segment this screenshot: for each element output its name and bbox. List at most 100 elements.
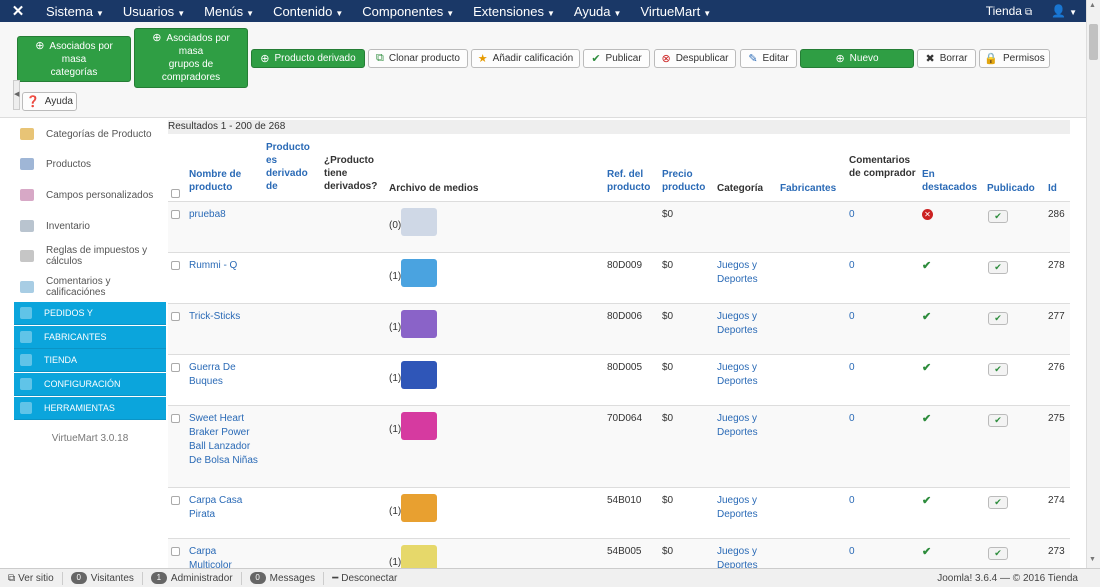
menu-ayuda[interactable]: Ayuda ▼	[564, 4, 631, 19]
sidebar-section-config[interactable]: CONFIGURACIÓN	[14, 373, 166, 396]
menu-virtuemart[interactable]: VirtueMart ▼	[630, 4, 720, 19]
published-toggle[interactable]: ✔	[988, 261, 1008, 274]
header-id[interactable]: Id	[1048, 182, 1068, 195]
row-checkbox[interactable]	[171, 312, 180, 321]
select-all-checkbox[interactable]	[171, 189, 180, 198]
view-site-link[interactable]: ⧉ Ver sitio	[0, 571, 63, 585]
sidebar-toggle-icon[interactable]: ◀	[13, 80, 20, 110]
user-menu[interactable]: 👤 ▼	[1041, 4, 1086, 18]
header-ref[interactable]: Ref. del producto	[607, 168, 657, 194]
scroll-down-icon[interactable]: ▼	[1089, 556, 1096, 563]
logout-link[interactable]: ━ Desconectar	[324, 572, 405, 585]
header-price[interactable]: Precio producto	[662, 168, 712, 194]
header-name[interactable]: Nombre de producto	[189, 168, 259, 194]
comments-count-link[interactable]: 0	[849, 259, 855, 273]
header-featured[interactable]: En destacados	[922, 168, 984, 194]
featured-check-icon[interactable]: ✔	[922, 545, 931, 558]
comments-count-link[interactable]: 0	[849, 208, 855, 222]
header-published[interactable]: Publicado	[987, 182, 1042, 195]
comments-count-link[interactable]: 0	[849, 494, 855, 508]
clone-product-button[interactable]: ⧉ Clonar producto	[368, 49, 468, 68]
published-toggle[interactable]: ✔	[988, 210, 1008, 223]
help-button[interactable]: ❓ Ayuda	[22, 92, 77, 111]
store-link[interactable]: Tienda ⧉	[976, 4, 1041, 18]
featured-check-icon[interactable]: ✔	[922, 310, 931, 323]
product-thumbnail[interactable]	[401, 494, 437, 522]
derived-product-button[interactable]: ⊕ Producto derivado	[251, 49, 365, 68]
sidebar-item-custom-fields[interactable]: Campos personalizados	[14, 188, 166, 202]
product-category-link[interactable]: Juegos y Deportes	[717, 310, 773, 338]
visitors-indicator[interactable]: 0 Visitantes	[63, 571, 143, 585]
add-rating-button[interactable]: ★ Añadir calificación	[471, 49, 580, 68]
product-thumbnail[interactable]	[401, 208, 437, 236]
product-category-link[interactable]: Juegos y Deportes	[717, 494, 773, 522]
permissions-button[interactable]: 🔒 Permisos	[979, 49, 1050, 68]
sidebar-section-manufacturers[interactable]: FABRICANTES	[14, 326, 166, 349]
scrollbar-thumb[interactable]	[1089, 24, 1098, 60]
product-name-link[interactable]: prueba8	[189, 208, 259, 222]
product-name-link[interactable]: Sweet Heart Braker Power Ball Lanzador D…	[189, 412, 259, 468]
featured-check-icon[interactable]: ✔	[922, 259, 931, 272]
product-name-link[interactable]: Rummi - Q	[189, 259, 259, 273]
product-name-link[interactable]: Carpa Multicolor	[189, 545, 259, 568]
menu-extensiones[interactable]: Extensiones ▼	[463, 4, 564, 19]
product-thumbnail[interactable]	[401, 361, 437, 389]
comments-count-link[interactable]: 0	[849, 412, 855, 426]
row-checkbox[interactable]	[171, 496, 180, 505]
published-toggle[interactable]: ✔	[988, 363, 1008, 376]
not-featured-icon[interactable]: ✕	[922, 209, 933, 220]
header-derived-of[interactable]: Producto es derivado de	[266, 141, 316, 193]
product-thumbnail[interactable]	[401, 545, 437, 568]
product-name-link[interactable]: Guerra De Buques	[189, 361, 259, 389]
published-toggle[interactable]: ✔	[988, 312, 1008, 325]
menu-sistema[interactable]: Sistema ▼	[36, 4, 113, 19]
product-thumbnail[interactable]	[401, 412, 437, 440]
mass-assoc-groups-button[interactable]: ⊕ Asociados por masa grupos de compradore…	[134, 28, 248, 88]
comments-count-link[interactable]: 0	[849, 361, 855, 375]
row-checkbox[interactable]	[171, 261, 180, 270]
published-toggle[interactable]: ✔	[988, 496, 1008, 509]
product-thumbnail[interactable]	[401, 310, 437, 338]
admin-indicator[interactable]: 1 Administrador	[143, 571, 242, 585]
comments-count-link[interactable]: 0	[849, 310, 855, 324]
sidebar-section-tools[interactable]: HERRAMIENTAS	[14, 397, 166, 420]
comments-count-link[interactable]: 0	[849, 545, 855, 559]
sidebar-item-reviews[interactable]: Comentarios y calificaciónes	[14, 275, 166, 299]
product-category-link[interactable]: Juegos y Deportes	[717, 361, 773, 389]
product-category-link[interactable]: Juegos y Deportes	[717, 545, 773, 568]
product-name-link[interactable]: Carpa Casa Pirata	[189, 494, 259, 522]
mass-assoc-categories-button[interactable]: ⊕ Asociados por masa categorías	[17, 36, 131, 82]
row-checkbox[interactable]	[171, 414, 180, 423]
publish-button[interactable]: ✔ Publicar	[583, 49, 650, 68]
published-toggle[interactable]: ✔	[988, 547, 1008, 560]
product-category-link[interactable]: Juegos y Deportes	[717, 259, 773, 287]
sidebar-section-store[interactable]: TIENDA	[14, 349, 166, 372]
delete-button[interactable]: ✖ Borrar	[917, 49, 976, 68]
menu-contenido[interactable]: Contenido ▼	[263, 4, 352, 19]
unpublish-button[interactable]: ⊗ Despublicar	[654, 49, 736, 68]
featured-check-icon[interactable]: ✔	[922, 494, 931, 507]
product-name-link[interactable]: Trick-Sticks	[189, 310, 259, 324]
sidebar-item-categories[interactable]: Categorías de Producto	[14, 127, 166, 141]
new-button[interactable]: ⊕ Nuevo	[800, 49, 914, 68]
edit-button[interactable]: ✎ Editar	[740, 49, 797, 68]
product-category-link[interactable]: Juegos y Deportes	[717, 412, 773, 440]
row-checkbox[interactable]	[171, 210, 180, 219]
featured-check-icon[interactable]: ✔	[922, 361, 931, 374]
sidebar-item-inventory[interactable]: Inventario	[14, 219, 166, 233]
sidebar-item-taxes[interactable]: Reglas de impuestos y cálculos	[14, 244, 166, 268]
published-toggle[interactable]: ✔	[988, 414, 1008, 427]
sidebar-section-orders[interactable]: PEDIDOS Y	[14, 302, 166, 325]
menu-menus[interactable]: Menús ▼	[194, 4, 263, 19]
menu-componentes[interactable]: Componentes ▼	[352, 4, 463, 19]
vertical-scrollbar[interactable]: ▲ ▼	[1086, 0, 1100, 568]
messages-indicator[interactable]: 0 Messages	[242, 571, 325, 585]
sidebar-item-products[interactable]: Productos	[14, 157, 166, 171]
menu-usuarios[interactable]: Usuarios ▼	[113, 4, 194, 19]
scroll-up-icon[interactable]: ▲	[1089, 2, 1096, 9]
featured-check-icon[interactable]: ✔	[922, 412, 931, 425]
product-thumbnail[interactable]	[401, 259, 437, 287]
header-manufacturers[interactable]: Fabricantes	[780, 182, 850, 195]
row-checkbox[interactable]	[171, 547, 180, 556]
row-checkbox[interactable]	[171, 363, 180, 372]
